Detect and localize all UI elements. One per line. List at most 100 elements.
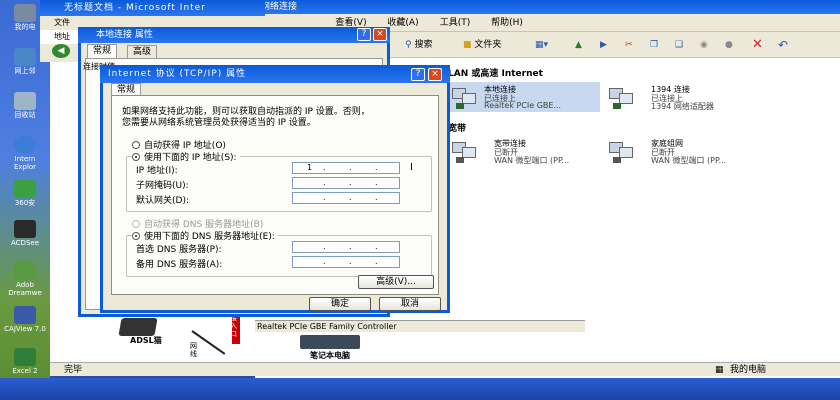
gateway-input[interactable]: ... [292,192,400,204]
gateway-dot: . [349,193,352,202]
help-icon: ? [415,69,421,79]
network-diagram: ADSL猫 接入口 网线 [50,310,255,362]
lan-help-button[interactable]: ? [357,28,371,41]
radio-manual-dns-control[interactable] [132,232,140,240]
ok-button[interactable]: 确定 [309,297,371,311]
ie-title: 无标题文档 - Microsoft Inter [40,0,265,16]
paste-icon[interactable]: ❑ [675,36,683,54]
folder-icon: ■ [463,40,472,50]
mask-label: 子网掩码(U): [136,181,189,191]
desktop-icon-cajviewer[interactable]: CAJView 7.0 [4,306,46,333]
status-computer-icon: ▦ [715,365,724,375]
close-icon: × [431,69,439,79]
dialup-connection-icon [609,140,637,163]
intro-text-2: 您需要从网络系统管理员处获得适当的 IP 设置。 [122,118,316,128]
pdns-dot: . [323,242,326,251]
undo-icon[interactable]: ↶ [778,36,788,54]
status-right: 我的电脑 [730,365,767,375]
up-icon[interactable]: ▲ [575,36,582,54]
ip-address-input[interactable]: 1 ... [292,162,400,174]
lan-props-title: 本地连接 属性 [78,27,390,43]
views-icon: ▦▾ [535,40,549,50]
search-icon: ⚲ [405,40,412,50]
radio-manual-ip-control[interactable] [132,153,140,161]
taskbar [0,378,840,400]
dialup-connection-icon [452,140,480,163]
ip-dot: . [375,163,378,172]
properties-icon[interactable]: ◉ [700,36,708,54]
subnet-mask-input[interactable]: ... [292,177,400,189]
preferred-dns-label: 首选 DNS 服务器(P): [136,245,222,255]
folders-button[interactable]: ■ 文件夹 [463,36,501,54]
adapter-info: Realtek PCIe GBE Family Controller [255,320,585,332]
close-icon: × [376,29,384,39]
cancel-button[interactable]: 取消 [379,297,441,311]
pdns-dot: . [375,242,378,251]
cable-black-label: 网线 [190,342,197,358]
delete-icon[interactable]: ✕ [752,36,763,54]
screen: 我的电 网上邻 回收站 Intern Explor 360安 ACDSee Ad… [0,0,840,400]
excel-icon [14,348,36,366]
menu-tools[interactable]: 工具(T) [429,14,481,31]
connection-broadband[interactable]: 宽带连接 已断开 WAN 微型端口 (PP... [450,136,600,166]
back-arrow-icon[interactable]: ◀ [52,44,70,58]
menu-help[interactable]: 帮助(H) [481,14,533,31]
adns-dot: . [323,257,326,266]
tcpip-close-button[interactable]: × [428,68,442,81]
cajviewer-icon [14,306,36,324]
connection-home[interactable]: 家庭组网 已断开 WAN 微型端口 (PP... [607,136,757,166]
lan-close-button[interactable]: × [373,28,387,41]
gateway-label: 默认网关(D): [136,196,189,206]
ip-address-value: 1 [307,163,313,172]
desktop-icon-excel[interactable]: Excel 2 [4,348,46,375]
ip-dot: . [349,163,352,172]
desktop-icon-dreamweaver[interactable]: Adob Dreamwe [4,262,46,297]
lan-tab-general[interactable]: 常规 [87,44,118,58]
lan-tab-advanced[interactable]: 高级 [127,45,158,59]
mask-dot: . [323,178,326,187]
laptop-icon [300,335,360,349]
ip-label: IP 地址(I): [136,166,178,176]
alternate-dns-input[interactable]: ... [292,256,400,268]
network-connection-icon [609,86,637,109]
gateway-dot: . [323,193,326,202]
scissors-icon[interactable]: ✂ [625,36,633,54]
text-cursor-icon: I [410,162,413,173]
search-button[interactable]: ⚲ 搜索 [405,36,432,54]
adns-dot: . [375,257,378,266]
move-icon[interactable]: ▶ [600,36,607,54]
internet-explorer-icon [14,136,36,154]
preferred-dns-input[interactable]: ... [292,241,400,253]
pdns-dot: . [349,242,352,251]
eraser-icon[interactable]: ● [725,36,733,54]
radio-auto-dns-control [132,220,140,228]
status-text: 完毕 [64,365,83,375]
tcpip-panel: 如果网络支持此功能，则可以获取自动指派的 IP 设置。否则， 您需要从网络系统管… [111,95,439,295]
radio-manual-ip[interactable]: 使用下面的 IP 地址(S): [132,150,240,163]
views-button[interactable]: ▦▾ [535,36,548,54]
tcpip-properties-dialog: Internet 协议 (TCP/IP) 属性 ? × 常规 如果网络支持此功能… [100,65,450,313]
recycle-bin-icon [14,92,36,110]
radio-manual-dns[interactable]: 使用下面的 DNS 服务器地址(E): [132,229,278,242]
mask-dot: . [349,178,352,187]
network-window-title: 网络连接 [255,0,840,14]
cable-red-label: 接入口 [230,314,237,338]
copy-icon[interactable]: ❐ [650,36,658,54]
desktop-icon-recycle[interactable]: 回收站 [4,92,46,119]
connection-1394[interactable]: 1394 连接 已连接上 1394 网络适配器 [607,82,757,112]
tcpip-title: Internet 协议 (TCP/IP) 属性 [100,65,450,83]
gateway-dot: . [375,193,378,202]
network-connection-icon [452,86,480,109]
adns-dot: . [349,257,352,266]
alternate-dns-label: 备用 DNS 服务器(A): [136,260,223,270]
router-label: ADSL猫 [130,336,162,345]
tcpip-help-button[interactable]: ? [411,68,425,81]
desktop-icon-ie[interactable]: Intern Explor [4,136,46,171]
advanced-button[interactable]: 高级(V)... [358,275,434,289]
ip-dot: . [323,163,326,172]
connection-local[interactable]: 本地连接 已连接上 Realtek PCIe GBE... [450,82,600,112]
desktop-icon-360[interactable]: 360安 [4,180,46,207]
computer-icon [14,4,36,22]
desktop-icon-acdsee[interactable]: ACDSee [4,220,46,247]
radio-auto-ip-control[interactable] [132,141,140,149]
